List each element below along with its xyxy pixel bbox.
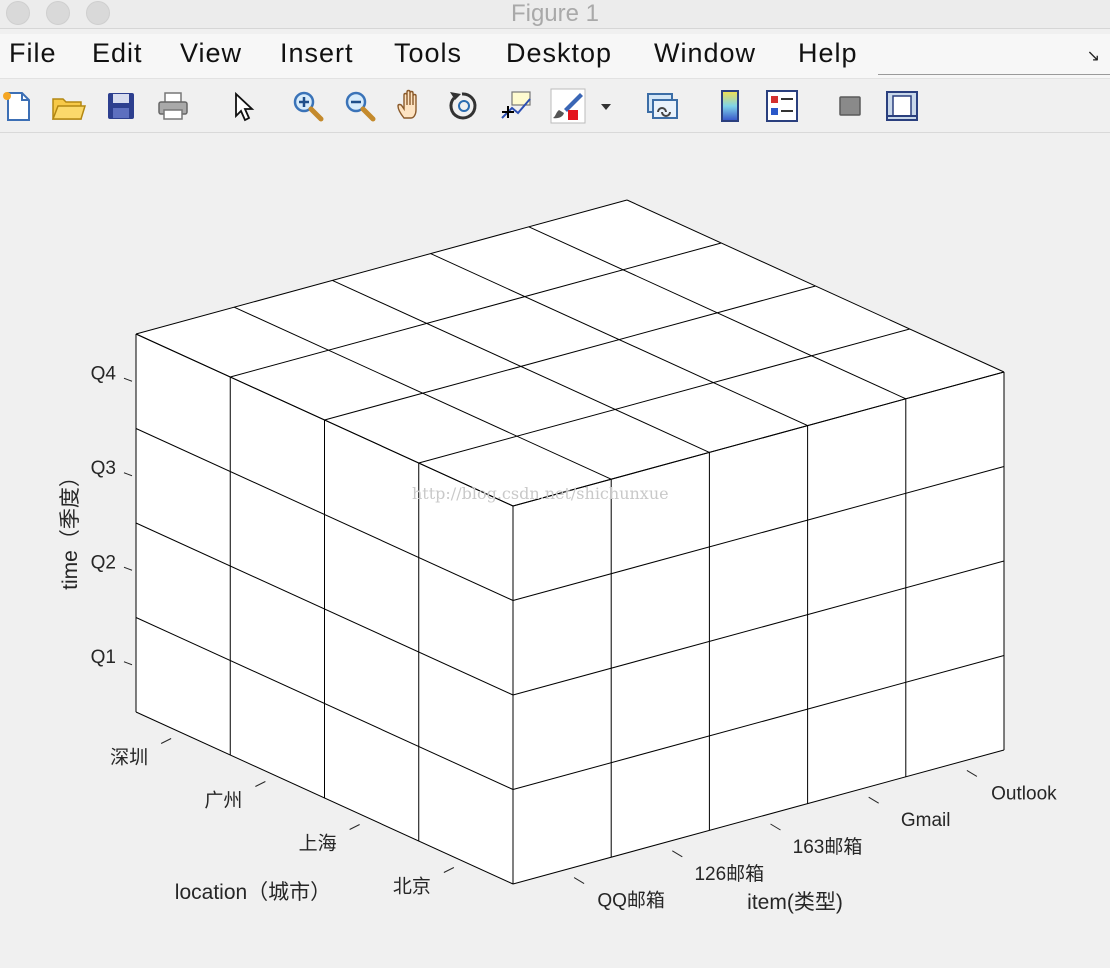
x-tick-mark (770, 823, 781, 831)
brush-icon[interactable] (550, 88, 586, 124)
y-tick-label: 上海 (299, 833, 337, 855)
y-tick-mark (349, 824, 360, 830)
z-tick-label: Q3 (91, 458, 116, 479)
z-tick-mark (123, 566, 133, 571)
figure-canvas[interactable]: QQ邮箱 126邮箱 163邮箱 Gmail Outlook 北京 上海 广州 深圳 Q1 Q2 Q3… (0, 133, 1110, 968)
figure-toolbar (0, 80, 1110, 133)
cube-faces (136, 200, 1004, 884)
menu-file[interactable]: File (9, 38, 57, 69)
y-tick-mark (160, 738, 172, 744)
menu-tools[interactable]: Tools (394, 38, 462, 69)
dropdown-arrow-icon[interactable] (596, 88, 616, 124)
legend-icon[interactable] (764, 88, 800, 124)
menu-help[interactable]: Help (798, 38, 858, 69)
z-tick-mark (123, 377, 133, 382)
x-tick-mark (868, 796, 879, 804)
window-titlebar: Figure 1 (0, 0, 1110, 29)
menu-edit[interactable]: Edit (92, 38, 143, 69)
data-cursor-icon[interactable] (498, 88, 534, 124)
window-title: Figure 1 (510, 0, 600, 27)
x-tick-mark (966, 769, 978, 777)
cube-plot: QQ邮箱 126邮箱 163邮箱 Gmail Outlook 北京 上海 广州 深圳 Q1 Q2 Q3… (59, 199, 1057, 914)
z-axis-title: time（季度） (59, 466, 82, 590)
watermark-text: http://blog.csdn.net/shichunxue (412, 484, 669, 503)
x-tick-label: Outlook (991, 783, 1057, 804)
z-tick-mark (123, 661, 133, 666)
menu-bar: File Edit View Insert Tools Desktop Wind… (0, 34, 1110, 79)
menu-divider (878, 74, 1110, 75)
x-tick-label: Gmail (901, 810, 951, 831)
menu-view[interactable]: View (180, 38, 242, 69)
save-icon[interactable] (103, 88, 139, 124)
z-tick-mark (123, 472, 133, 477)
y-axis-title: location（城市） (175, 881, 331, 904)
menu-desktop[interactable]: Desktop (506, 38, 612, 69)
pointer-arrow-icon[interactable] (226, 88, 262, 124)
rotate-3d-icon[interactable] (446, 88, 482, 124)
open-file-icon[interactable] (50, 88, 86, 124)
zoom-in-icon[interactable] (290, 88, 326, 124)
x-tick-mark (672, 850, 683, 858)
y-tick-label: 广州 (204, 790, 242, 812)
show-plot-tools-icon[interactable] (884, 88, 920, 124)
hide-plot-tools-icon[interactable] (832, 88, 868, 124)
menu-window[interactable]: Window (654, 38, 756, 69)
z-tick-label: Q1 (91, 647, 116, 668)
y-tick-mark (443, 867, 455, 873)
x-axis-title: item(类型) (747, 891, 843, 914)
new-figure-icon[interactable] (0, 88, 36, 124)
colorbar-icon[interactable] (712, 88, 748, 124)
menu-insert[interactable]: Insert (280, 38, 354, 69)
print-icon[interactable] (155, 88, 191, 124)
dock-figure-icon[interactable]: ↘ (1087, 46, 1100, 66)
x-tick-label: QQ邮箱 (597, 890, 665, 912)
y-tick-label: 北京 (393, 876, 431, 898)
z-tick-label: Q4 (91, 363, 117, 384)
z-tick-label: Q2 (91, 552, 116, 573)
zoom-out-icon[interactable] (342, 88, 378, 124)
x-tick-label: 163邮箱 (793, 836, 863, 858)
y-tick-label: 深圳 (110, 747, 148, 769)
x-tick-mark (573, 877, 585, 885)
x-tick-label: 126邮箱 (694, 863, 764, 885)
link-plot-icon[interactable] (644, 88, 680, 124)
pan-hand-icon[interactable] (394, 88, 430, 124)
y-tick-mark (255, 781, 266, 787)
